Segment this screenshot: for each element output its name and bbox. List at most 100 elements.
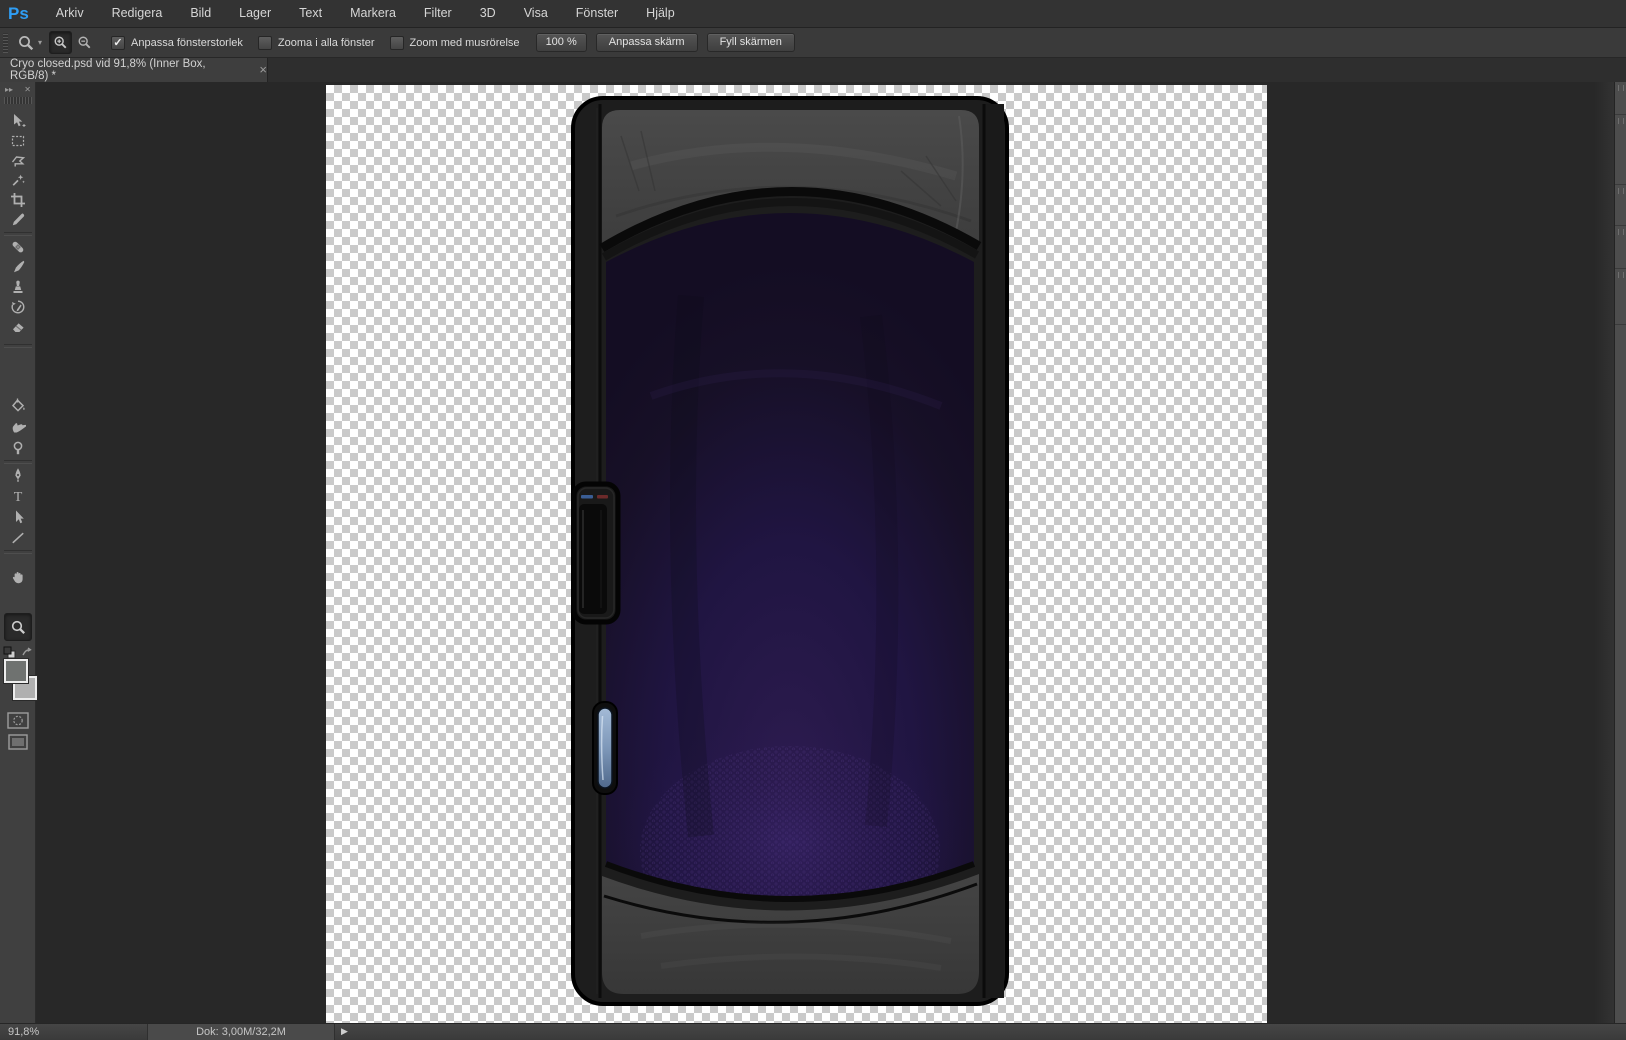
menu-visa[interactable]: Visa xyxy=(510,0,562,27)
caret-down-icon: ▾ xyxy=(38,38,42,47)
tool-polygonal-lasso-button[interactable] xyxy=(6,152,30,170)
collapsed-panel-dock[interactable] xyxy=(1614,82,1626,1023)
scrubby-zoom-option[interactable]: Zoom med musrörelse xyxy=(390,36,520,50)
brush-icon xyxy=(10,259,26,275)
toolbar-divider xyxy=(4,460,32,464)
status-zoom-percent[interactable]: 91,8% xyxy=(8,1025,39,1040)
fill-screen-button[interactable]: Fyll skärmen xyxy=(707,33,795,52)
zoom-in-icon xyxy=(53,35,68,50)
toolbar-divider xyxy=(4,344,32,348)
tools-panel-grip[interactable] xyxy=(4,97,32,104)
menu-markera[interactable]: Markera xyxy=(336,0,410,27)
tool-brush-button[interactable] xyxy=(6,258,30,276)
tool-move-button[interactable] xyxy=(6,112,30,130)
dock-section[interactable] xyxy=(1615,184,1626,226)
tool-zoom-button[interactable] xyxy=(4,613,32,641)
tool-type-button[interactable]: T xyxy=(6,487,30,505)
tool-hand-button[interactable] xyxy=(6,568,30,586)
crop-icon xyxy=(10,192,26,208)
status-bar: 91,8% Dok: 3,00M/32,2M ▶ xyxy=(0,1023,1626,1040)
checkbox-label: Zooma i alla fönster xyxy=(278,37,375,49)
menu-bar: Ps Arkiv Redigera Bild Lager Text Marker… xyxy=(0,0,1626,28)
tool-crop-button[interactable] xyxy=(6,191,30,209)
tool-eyedropper-button[interactable] xyxy=(6,211,30,229)
status-document-sizes[interactable]: Dok: 3,00M/32,2M xyxy=(147,1024,335,1040)
move-icon xyxy=(10,113,26,129)
tool-dodge-button[interactable] xyxy=(6,439,30,457)
zoom-in-mode-button[interactable] xyxy=(49,31,72,54)
menu-3d[interactable]: 3D xyxy=(466,0,510,27)
zoom-icon xyxy=(10,619,27,636)
document-tab[interactable]: Cryo closed.psd vid 91,8% (Inner Box, RG… xyxy=(0,58,268,82)
pod-right-rail xyxy=(984,104,1004,998)
checkbox-scrubby-zoom[interactable] xyxy=(390,36,404,50)
tools-panel: ▸▸ ✕ xyxy=(0,82,36,1023)
photoshop-logo: Ps xyxy=(0,4,42,24)
zoom-out-mode-button[interactable] xyxy=(74,32,95,53)
dock-section[interactable] xyxy=(1615,324,1626,1024)
resize-windows-option[interactable]: ✓ Anpassa fönsterstorlek xyxy=(111,36,243,50)
tool-history-brush-button[interactable] xyxy=(6,298,30,316)
swap-colors-icon xyxy=(23,648,30,655)
screen-mode-icon[interactable] xyxy=(8,734,28,755)
document-tab-title: Cryo closed.psd vid 91,8% (Inner Box, RG… xyxy=(10,58,246,82)
dock-section[interactable] xyxy=(1615,268,1626,325)
fit-screen-button[interactable]: Anpassa skärm xyxy=(596,33,698,52)
checkbox-label: Zoom med musrörelse xyxy=(410,37,520,49)
pen-icon xyxy=(10,467,26,483)
clone-stamp-icon xyxy=(10,279,26,295)
pod-indicator-light-blue xyxy=(581,495,593,499)
zoom-tool-icon xyxy=(17,34,35,52)
type-icon: T xyxy=(10,488,26,504)
checkbox-resize-windows[interactable]: ✓ xyxy=(111,36,125,50)
tool-healing-brush-button[interactable] xyxy=(6,238,30,256)
default-colors-icon[interactable] xyxy=(3,646,33,660)
document-canvas[interactable] xyxy=(326,85,1267,1023)
paint-bucket-icon xyxy=(10,397,26,413)
pod-handle xyxy=(574,484,618,622)
canvas-workspace[interactable] xyxy=(37,82,1626,1023)
menu-lager[interactable]: Lager xyxy=(225,0,285,27)
tool-rectangular-marquee-button[interactable] xyxy=(6,132,30,150)
tool-eraser-button[interactable] xyxy=(6,318,30,336)
panel-close-icon[interactable]: ✕ xyxy=(24,85,31,94)
dock-section[interactable] xyxy=(1615,225,1626,269)
tool-path-selection-button[interactable] xyxy=(6,508,30,526)
tab-close-icon[interactable]: × xyxy=(259,65,267,75)
dodge-icon xyxy=(10,440,26,456)
checkbox-zoom-all-windows[interactable] xyxy=(258,36,272,50)
tool-pen-button[interactable] xyxy=(6,466,30,484)
options-bar-grip xyxy=(3,33,8,53)
toolbar-divider xyxy=(4,550,32,554)
menu-text[interactable]: Text xyxy=(285,0,336,27)
panel-collapse-icon[interactable]: ▸▸ xyxy=(5,85,13,94)
tool-smudge-button[interactable] xyxy=(6,418,30,436)
tool-clone-stamp-button[interactable] xyxy=(6,278,30,296)
dock-shadow xyxy=(1594,82,1614,1023)
menu-bild[interactable]: Bild xyxy=(176,0,225,27)
menu-filter[interactable]: Filter xyxy=(410,0,466,27)
polygonal-lasso-icon xyxy=(10,153,26,169)
status-flyout-arrow-icon[interactable]: ▶ xyxy=(341,1026,348,1037)
dock-section[interactable] xyxy=(1615,82,1626,114)
dock-section[interactable] xyxy=(1615,114,1626,185)
tool-magic-wand-button[interactable] xyxy=(6,171,30,189)
zoom-100-button[interactable]: 100 % xyxy=(536,33,587,52)
menu-arkiv[interactable]: Arkiv xyxy=(42,0,98,27)
tools-panel-header: ▸▸ ✕ xyxy=(0,83,36,96)
menu-redigera[interactable]: Redigera xyxy=(98,0,177,27)
path-selection-icon xyxy=(10,509,26,525)
smudge-icon xyxy=(10,419,26,435)
current-tool-preset[interactable]: ▾ xyxy=(17,34,42,52)
zoom-all-windows-option[interactable]: Zooma i alla fönster xyxy=(258,36,375,50)
foreground-color-swatch[interactable] xyxy=(4,659,28,683)
document-size-label: Dok: 3,00M/32,2M xyxy=(196,1026,286,1038)
tool-paint-bucket-button[interactable] xyxy=(6,396,30,414)
tool-line-button[interactable] xyxy=(6,529,30,547)
menu-fonster[interactable]: Fönster xyxy=(562,0,632,27)
quick-mask-icon[interactable] xyxy=(7,712,29,734)
eraser-icon xyxy=(10,319,26,335)
menu-hjalp[interactable]: Hjälp xyxy=(632,0,689,27)
cryo-pod-artwork xyxy=(571,96,1009,1006)
line-icon xyxy=(10,530,26,546)
